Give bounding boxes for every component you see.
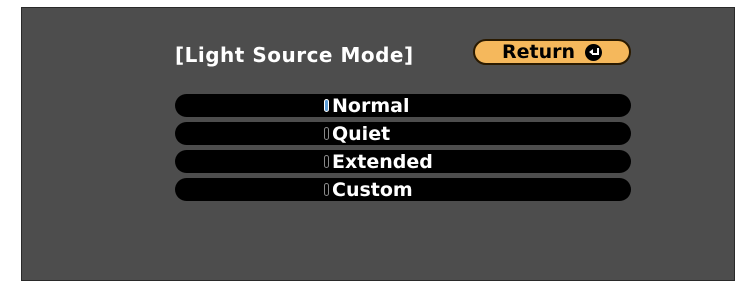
enter-return-icon [585, 43, 603, 61]
option-quiet[interactable]: Quiet [175, 122, 631, 145]
mode-options-list: Normal Quiet Extended Custom [175, 94, 631, 206]
option-extended[interactable]: Extended [175, 150, 631, 173]
return-label: Return [501, 41, 576, 63]
radio-icon [324, 183, 329, 196]
option-normal[interactable]: Normal [175, 94, 631, 117]
radio-icon [324, 99, 329, 112]
menu-title: [Light Source Mode] [175, 43, 414, 67]
option-custom[interactable]: Custom [175, 178, 631, 201]
return-button[interactable]: Return [473, 39, 631, 65]
option-label: Extended [332, 150, 433, 173]
option-label: Normal [332, 94, 410, 117]
option-label: Custom [332, 178, 413, 201]
option-label: Quiet [332, 122, 391, 145]
radio-icon [324, 127, 329, 140]
radio-icon [324, 155, 329, 168]
menu-screen: [Light Source Mode] Return Normal Quiet … [21, 7, 735, 281]
